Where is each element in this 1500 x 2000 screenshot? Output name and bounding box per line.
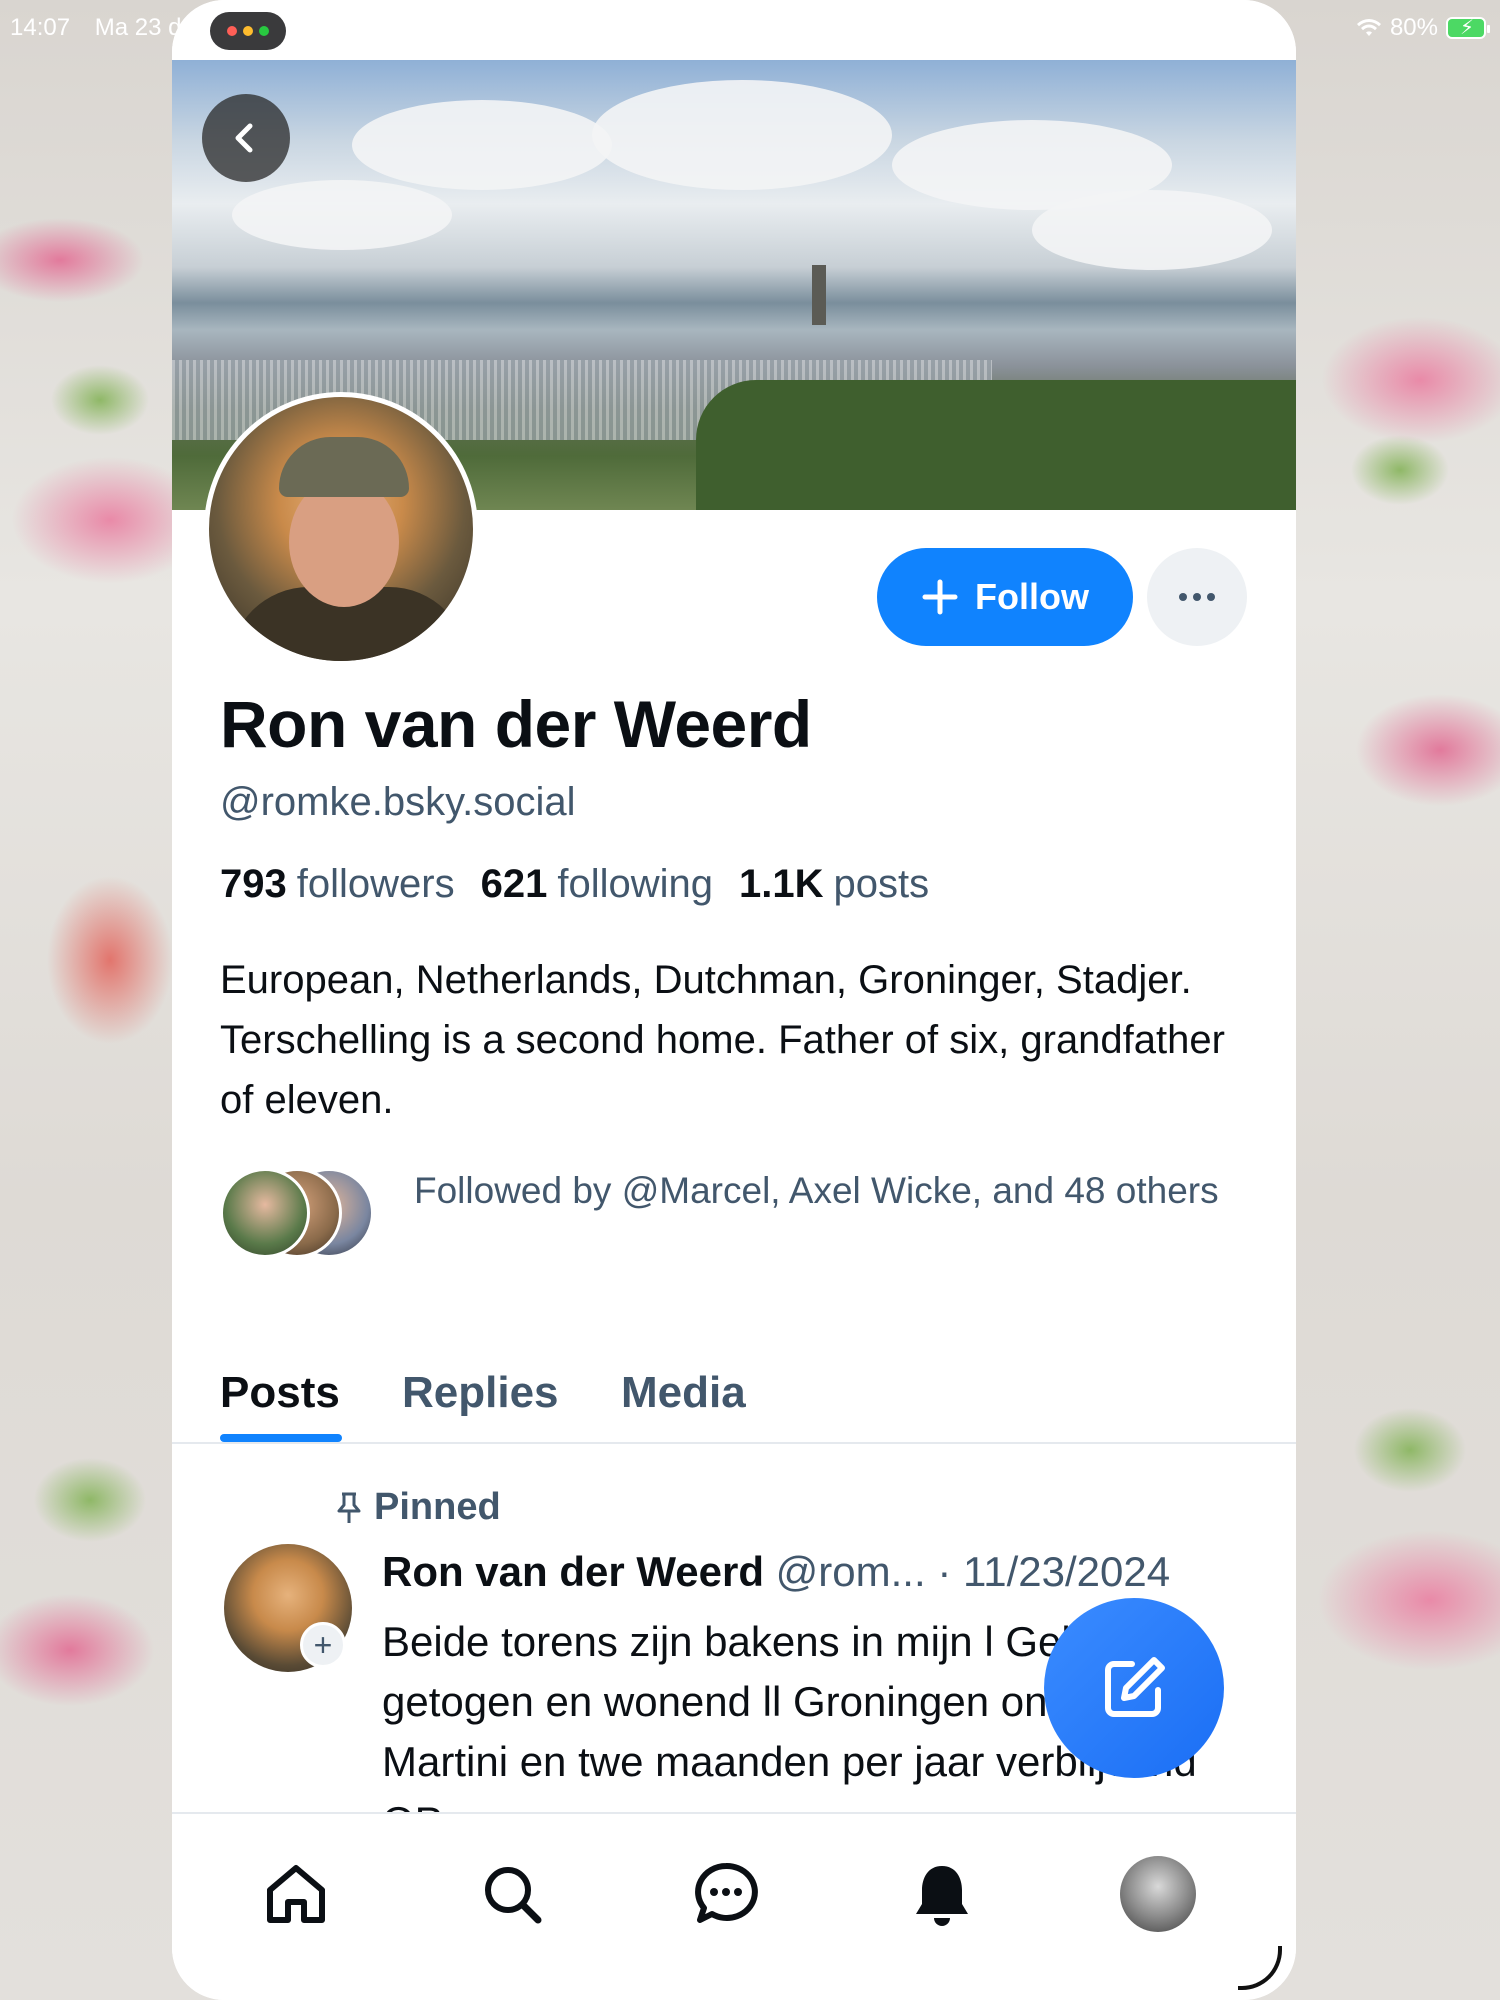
nav-notifications[interactable]: [902, 1854, 982, 1934]
post-author-name[interactable]: Ron van der Weerd: [382, 1548, 764, 1595]
window-top-bar: [172, 0, 1296, 60]
close-dot-icon[interactable]: [227, 26, 237, 36]
nav-search[interactable]: [472, 1854, 552, 1934]
profile-bio: European, Netherlands, Dutchman, Groning…: [220, 958, 1225, 1122]
posts-stat: 1.1K posts: [739, 862, 930, 906]
nav-chat[interactable]: [686, 1854, 766, 1934]
bell-icon: [916, 1866, 968, 1926]
profile-handle: @romke.bsky.social: [220, 780, 576, 824]
more-options-button[interactable]: [1147, 548, 1247, 646]
avatar: [220, 1168, 310, 1258]
post-date: · 11/23/2024: [937, 1548, 1171, 1595]
profile-stats: 793 followers 621 following 1.1K posts: [220, 862, 929, 907]
pinned-label: Pinned: [334, 1486, 501, 1529]
post-author-handle: @rom...: [775, 1548, 926, 1595]
search-icon: [485, 1867, 542, 1924]
follow-author-plus-icon[interactable]: +: [300, 1622, 346, 1668]
maximize-dot-icon[interactable]: [259, 26, 269, 36]
minimize-dot-icon[interactable]: [243, 26, 253, 36]
nav-profile[interactable]: [1118, 1854, 1198, 1934]
chat-icon: [695, 1862, 758, 1923]
tab-media[interactable]: Media: [621, 1368, 746, 1418]
followed-by-text[interactable]: Followed by @Marcel, Axel Wicke, and 48 …: [414, 1165, 1234, 1217]
followers-stat[interactable]: 793 followers: [220, 862, 455, 907]
post-header: Ron van der Weerd @rom... · 11/23/2024: [382, 1548, 1170, 1596]
bottom-navigation: [172, 1812, 1296, 2000]
tab-posts[interactable]: Posts: [220, 1368, 340, 1418]
tab-replies[interactable]: Replies: [402, 1368, 559, 1418]
back-button[interactable]: [202, 94, 290, 182]
home-icon: [267, 1865, 325, 1923]
dot-icon: [1179, 593, 1187, 601]
battery-icon: ⚡: [1446, 17, 1490, 39]
nav-home[interactable]: [256, 1854, 336, 1934]
dot-icon: [1207, 593, 1215, 601]
compose-button[interactable]: [1044, 1598, 1224, 1778]
status-right: 80% ⚡: [1356, 14, 1490, 42]
battery-percent: 80%: [1389, 14, 1438, 41]
chevron-left-icon: [235, 123, 253, 153]
app-window: Follow Ron van der Weerd @romke.bsky.soc…: [172, 0, 1296, 2000]
active-tab-indicator: [220, 1434, 342, 1442]
profile-tabs: Posts Replies Media: [172, 1340, 1296, 1444]
window-controls[interactable]: [210, 12, 286, 50]
follow-label: Follow: [975, 576, 1089, 617]
avatar: [1120, 1856, 1196, 1932]
pin-icon: [337, 1492, 361, 1523]
lighthouse-shape: [812, 265, 826, 325]
following-stat[interactable]: 621 following: [481, 862, 713, 907]
dot-icon: [1193, 593, 1201, 601]
profile-avatar[interactable]: [204, 392, 478, 666]
follow-button[interactable]: Follow: [877, 548, 1133, 646]
trees-shape: [696, 380, 1296, 510]
known-followers-avatars[interactable]: [220, 1168, 374, 1258]
window-resize-handle[interactable]: [1238, 1946, 1282, 1990]
compose-icon: [1105, 1657, 1165, 1717]
profile-name: Ron van der Weerd: [220, 687, 812, 761]
plus-icon: [922, 579, 958, 615]
wifi-icon: [1356, 19, 1381, 36]
